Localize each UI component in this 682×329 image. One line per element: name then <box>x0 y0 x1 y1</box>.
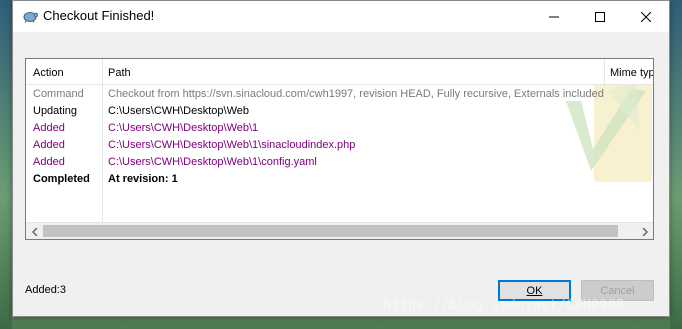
minimize-icon <box>549 16 559 17</box>
close-icon <box>641 11 651 22</box>
desktop-background-left <box>0 0 12 329</box>
close-button[interactable] <box>623 1 669 32</box>
scrollbar-thumb[interactable] <box>43 225 618 237</box>
url-watermark: https://blog.csdn.net/CWH0908 <box>383 298 625 313</box>
row-path: C:\Users\CWH\Desktop\Web\1\config.yaml <box>108 156 317 168</box>
row-path: Checkout from https://svn.sinacloud.com/… <box>108 88 604 100</box>
column-divider[interactable] <box>604 59 605 85</box>
column-header-mime-type[interactable]: Mime typ <box>610 67 653 79</box>
desktop-background-right <box>670 0 682 329</box>
title-bar[interactable]: Checkout Finished! <box>13 1 669 32</box>
row-action: Added <box>33 156 65 168</box>
row-path: At revision: 1 <box>108 173 178 185</box>
horizontal-scrollbar[interactable] <box>26 222 653 239</box>
list-row[interactable]: Added C:\Users\CWH\Desktop\Web\1 <box>26 121 653 138</box>
row-action: Completed <box>33 173 90 185</box>
row-path: C:\Users\CWH\Desktop\Web\1\sinacloudinde… <box>108 139 356 151</box>
scroll-right-button[interactable] <box>636 223 653 239</box>
list-row[interactable]: Command Checkout from https://svn.sinacl… <box>26 87 653 104</box>
tortoisesvn-icon <box>23 12 38 23</box>
column-header-action[interactable]: Action <box>33 67 64 79</box>
chevron-right-icon <box>642 227 648 236</box>
action-list[interactable]: Action Path Mime typ Command Checkout fr… <box>25 58 654 240</box>
list-row[interactable]: Updating C:\Users\CWH\Desktop\Web <box>26 104 653 121</box>
list-row[interactable]: Added C:\Users\CWH\Desktop\Web\1\config.… <box>26 155 653 172</box>
row-action: Added <box>33 139 65 151</box>
row-path: C:\Users\CWH\Desktop\Web <box>108 105 249 117</box>
dialog-client-area: Action Path Mime typ Command Checkout fr… <box>13 32 669 316</box>
status-text: Added:3 <box>25 284 66 296</box>
maximize-icon <box>595 11 605 22</box>
list-rows: Command Checkout from https://svn.sinacl… <box>26 87 653 189</box>
column-header-path[interactable]: Path <box>108 67 131 79</box>
list-header: Action Path Mime typ <box>26 59 653 85</box>
cancel-button-label: Cancel <box>600 284 635 297</box>
list-row[interactable]: Completed At revision: 1 <box>26 172 653 189</box>
scroll-left-button[interactable] <box>26 223 43 239</box>
checkout-finished-dialog: Checkout Finished! Action Path Mime typ <box>12 0 670 317</box>
list-row[interactable]: Added C:\Users\CWH\Desktop\Web\1\sinaclo… <box>26 138 653 155</box>
chevron-left-icon <box>31 227 37 236</box>
maximize-button[interactable] <box>577 1 623 32</box>
ok-button-label: OK <box>526 284 543 297</box>
minimize-button[interactable] <box>531 1 577 32</box>
row-action: Updating <box>33 105 78 117</box>
window-title: Checkout Finished! <box>43 8 155 23</box>
row-path: C:\Users\CWH\Desktop\Web\1 <box>108 122 259 134</box>
row-action: Command <box>33 88 84 100</box>
row-action: Added <box>33 122 65 134</box>
